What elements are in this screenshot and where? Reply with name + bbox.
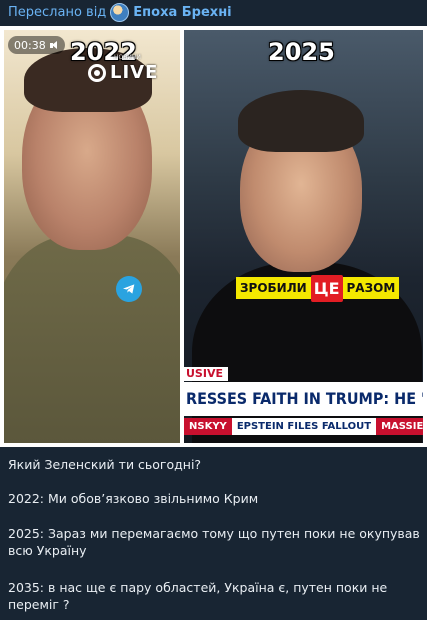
year-label-right: 2025 (268, 38, 335, 66)
video-panel-left: 00:38 2022 НОВИНИ LIVE (4, 30, 180, 443)
video-panel-right: 2025 ЗРОБИЛИ ЦЕ РАЗОМ USIVE RESSES FAITH… (184, 30, 423, 443)
ticker-item: EPSTEIN FILES FALLOUT (231, 418, 377, 435)
news-ticker: NSKYY EPSTEIN FILES FALLOUT MASSIE & (184, 418, 423, 435)
banner-badge: ЦЕ (310, 274, 343, 302)
person-hair (238, 90, 364, 152)
banner-left-text: ЗРОБИЛИ (236, 277, 311, 299)
telegram-icon (116, 276, 142, 302)
video-timer[interactable]: 00:38 (8, 36, 65, 54)
channel-name[interactable]: Епоха Брехні (133, 5, 231, 20)
message-bubble: Переслано від Епоха Брехні 00:38 2022 НО… (0, 0, 427, 620)
caption-line: Який Зеленский ти сьогодні? (8, 457, 202, 472)
news-headline: RESSES FAITH IN TRUMP: HE 'WA (184, 382, 423, 416)
caption-line: 2035: в нас ще є пару областей, Україна … (8, 580, 388, 612)
forwarded-header[interactable]: Переслано від Епоха Брехні (8, 2, 232, 22)
news-live-tag: USIVE (184, 367, 228, 381)
live-logo: НОВИНИ LIVE (88, 54, 159, 83)
mute-icon[interactable] (49, 40, 59, 50)
person-shirt (4, 235, 180, 443)
live-logo-small: НОВИНИ (114, 54, 141, 61)
live-logo-word: LIVE (110, 62, 159, 83)
live-ring-icon (88, 63, 106, 82)
forwarded-label: Переслано від (8, 4, 107, 20)
overlay-banner: ЗРОБИЛИ ЦЕ РАЗОМ (236, 274, 400, 302)
caption-line: 2022: Ми обов’язково звільнимо Крим (8, 491, 259, 506)
timer-text: 00:38 (14, 38, 46, 52)
banner-right-text: РАЗОМ (342, 277, 400, 299)
video-attachment[interactable]: 00:38 2022 НОВИНИ LIVE 2025 ЗРОБИЛИ ЦЕ Р… (0, 26, 427, 447)
message-text: Який Зеленский ти сьогодні? 2022: Ми обо… (0, 447, 427, 620)
ticker-item: MASSIE & (381, 421, 423, 432)
ticker-item: NSKYY (189, 421, 227, 432)
channel-avatar[interactable] (110, 2, 130, 22)
caption-line: 2025: Зараз ми перемагаємо тому що путен… (8, 526, 420, 558)
